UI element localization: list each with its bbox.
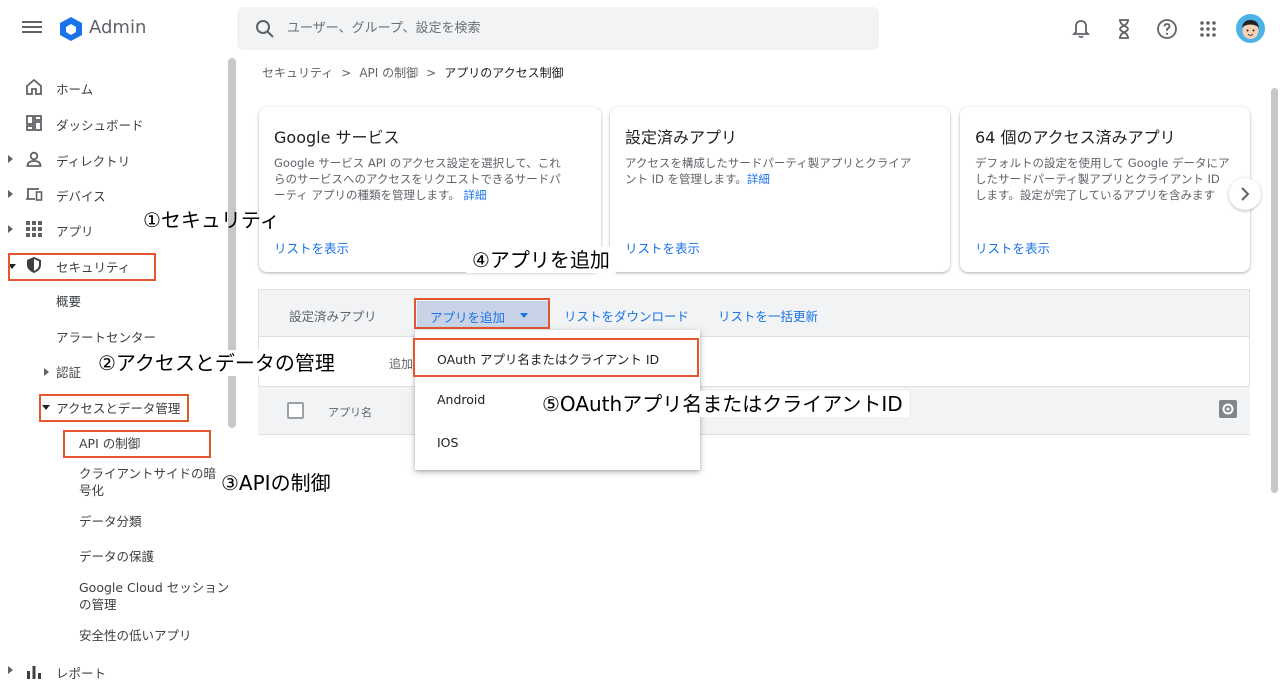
highlight-box-security	[8, 253, 156, 281]
gcloud-session-line-2: の管理	[79, 597, 117, 612]
hamburger-menu-icon[interactable]	[22, 18, 42, 38]
card-desc-line: したサードパーティ製アプリとクライアント ID	[975, 172, 1220, 186]
select-all-checkbox[interactable]	[287, 402, 304, 419]
sidebar-item-home[interactable]: ホーム	[0, 70, 225, 104]
card-configured-apps: 設定済みアプリ アクセスを構成したサードパーティ製アプリとクライア ント ID を…	[610, 107, 950, 272]
card-desc-line: アクセスを構成したサードパーティ製アプリとクライア	[625, 156, 912, 170]
highlight-box-access-data	[39, 394, 189, 422]
apps-launcher-icon[interactable]	[1196, 17, 1220, 41]
page-scrollbar[interactable]	[1271, 88, 1278, 493]
add-filter-text[interactable]: 追加	[389, 355, 413, 372]
breadcrumb-separator: >	[426, 66, 437, 80]
expand-caret-icon[interactable]	[8, 190, 13, 198]
carousel-next-button[interactable]	[1229, 178, 1261, 210]
configured-apps-panel: 設定済みアプリ アプリを追加 リストをダウンロード リストを一括更新 追加 アプ…	[258, 289, 1250, 671]
sidebar-item-overview[interactable]: 概要	[56, 293, 81, 310]
sidebar-item-label: アプリ	[56, 224, 94, 239]
dashboard-icon	[26, 115, 42, 131]
highlight-box-oauth	[413, 338, 699, 377]
breadcrumb-separator: >	[341, 66, 352, 80]
menu-item-android[interactable]: Android	[437, 392, 485, 407]
annotation-3: ③APIの制御	[221, 471, 331, 495]
sidebar-item-authentication[interactable]: 認証	[56, 364, 81, 381]
breadcrumb-item-current: アプリのアクセス制御	[444, 66, 564, 80]
download-list-link[interactable]: リストをダウンロード	[564, 306, 689, 325]
card-desc-line: ーティ アプリの種類を管理します。	[274, 188, 460, 202]
highlight-box-add-app	[414, 298, 550, 329]
sidebar-item-label: レポート	[56, 666, 107, 681]
sidebar-item-data-classification[interactable]: データ分類	[79, 513, 142, 530]
avatar[interactable]	[1236, 14, 1265, 43]
sidebar-item-directory[interactable]: ディレクトリ	[0, 142, 225, 176]
show-list-link[interactable]: リストを表示	[274, 238, 349, 257]
home-icon	[26, 78, 42, 95]
show-list-link[interactable]: リストを表示	[625, 238, 700, 257]
apps-grid-icon	[26, 221, 42, 237]
card-desc-line: らのサービスへのアクセスをリクエストできるサードパ	[274, 172, 561, 186]
sidebar-item-client-encryption[interactable]: クライアントサイドの暗 号化	[79, 465, 216, 499]
sidebar-item-label: ディレクトリ	[56, 154, 131, 169]
person-icon	[26, 151, 42, 167]
sidebar-item-less-secure-apps[interactable]: 安全性の低いアプリ	[79, 627, 192, 644]
sidebar-item-data-protection[interactable]: データの保護	[79, 548, 154, 565]
learn-more-link[interactable]: 詳細	[463, 188, 486, 202]
expand-caret-icon[interactable]	[8, 225, 13, 233]
user-face-icon	[1242, 20, 1259, 39]
card-desc-line: デフォルトの設定を使用して Google データにア	[975, 156, 1230, 170]
card-title: 64 個のアクセス済みアプリ	[975, 128, 1176, 147]
annotation-1: ①セキュリティ	[143, 208, 280, 232]
search-icon	[256, 20, 274, 38]
menu-item-ios[interactable]: IOS	[437, 435, 458, 450]
card-desc-line: Google サービス API のアクセス設定を選択して、これ	[274, 156, 561, 170]
card-desc-line: します。設定が完了しているアプリを含みます	[975, 188, 1216, 202]
sidebar-item-dashboard[interactable]: ダッシュボード	[0, 106, 225, 140]
card-description: Google サービス API のアクセス設定を選択して、これ らのサービスへのア…	[274, 155, 589, 203]
reports-bar-icon	[27, 666, 41, 679]
search-bar[interactable]	[237, 7, 879, 50]
panel-header: 設定済みアプリ アプリを追加 リストをダウンロード リストを一括更新	[258, 289, 1250, 337]
search-input[interactable]	[287, 7, 867, 50]
sidebar-item-devices[interactable]: デバイス	[0, 177, 225, 211]
hourglass-icon[interactable]	[1112, 17, 1136, 41]
sidebar-item-label: ダッシュボード	[56, 118, 144, 133]
sidebar-item-gcloud-session[interactable]: Google Cloud セッション の管理	[79, 579, 229, 613]
gcloud-session-line-1: Google Cloud セッション	[79, 580, 230, 595]
sidebar-item-alert-center[interactable]: アラートセンター	[56, 329, 156, 346]
gear-icon[interactable]	[1219, 400, 1237, 418]
card-description: アクセスを構成したサードパーティ製アプリとクライア ント ID を管理します。詳細	[625, 155, 940, 187]
bulk-update-link[interactable]: リストを一括更新	[718, 306, 818, 325]
card-description: デフォルトの設定を使用して Google データにア したサードパーティ製アプリと…	[975, 155, 1250, 203]
client-encryption-line-1: クライアントサイドの暗	[79, 466, 217, 481]
bell-icon[interactable]	[1069, 17, 1093, 41]
help-icon[interactable]	[1155, 17, 1179, 41]
card-desc-line: ント ID を管理します。	[625, 172, 747, 186]
panel-title: 設定済みアプリ	[289, 309, 377, 324]
expand-caret-icon[interactable]	[44, 368, 49, 376]
learn-more-link[interactable]: 詳細	[747, 172, 770, 186]
annotation-2: ②アクセスとデータの管理	[92, 350, 341, 376]
devices-icon	[26, 188, 43, 201]
card-accessed-apps: 64 個のアクセス済みアプリ デフォルトの設定を使用して Google データに…	[960, 107, 1250, 272]
filter-bar[interactable]: 追加	[258, 337, 1250, 387]
sidebar-item-label: デバイス	[56, 189, 106, 204]
client-encryption-line-2: 号化	[79, 483, 105, 498]
show-list-link[interactable]: リストを表示	[975, 238, 1050, 257]
expand-caret-icon[interactable]	[8, 666, 13, 674]
highlight-box-api-control	[63, 430, 211, 458]
expand-caret-icon[interactable]	[8, 155, 13, 163]
sidebar-item-reports[interactable]: レポート	[0, 658, 225, 692]
card-title: Google サービス	[274, 128, 400, 147]
annotation-5: ⑤OAuthアプリ名またはクライアントID	[536, 391, 909, 417]
column-header-app-name[interactable]: アプリ名	[328, 404, 372, 420]
app-title[interactable]: Admin	[89, 17, 146, 38]
sidebar-item-label: ホーム	[56, 82, 94, 97]
breadcrumb: セキュリティ > API の制御 > アプリのアクセス制御	[262, 64, 564, 81]
breadcrumb-item-security[interactable]: セキュリティ	[262, 64, 333, 81]
annotation-4: ④アプリを追加	[466, 247, 616, 273]
admin-logo-icon	[60, 17, 82, 41]
chevron-right-icon	[1241, 187, 1250, 201]
card-title: 設定済みアプリ	[625, 128, 738, 147]
breadcrumb-item-api-control[interactable]: API の制御	[359, 64, 418, 81]
top-bar: Admin	[0, 0, 1280, 58]
